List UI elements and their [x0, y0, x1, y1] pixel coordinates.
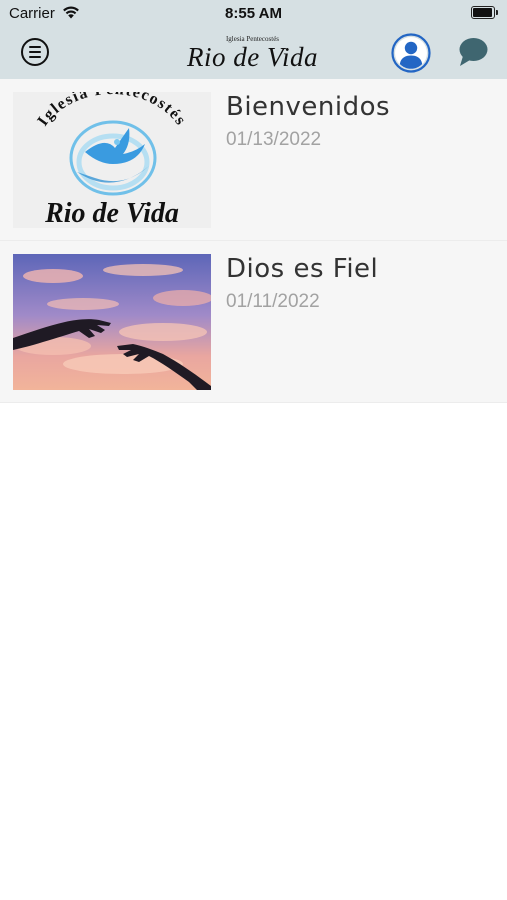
battery-icon [471, 6, 498, 19]
logo-script-text: Rio de Vida [44, 198, 179, 228]
post-title: Dios es Fiel [226, 254, 379, 284]
navigation-bar: Iglesia Pentecostés Rio de Vida [0, 28, 507, 79]
list-item[interactable]: Iglesia Pentecostés Rio de Vida Bienveni… [0, 79, 507, 241]
brand-logo: Iglesia Pentecostés Rio de Vida [185, 35, 320, 71]
post-date: 01/11/2022 [226, 291, 320, 312]
post-title: Bienvenidos [226, 92, 391, 122]
reaching-hands-image [13, 254, 211, 390]
post-list: Iglesia Pentecostés Rio de Vida Bienveni… [0, 79, 507, 403]
post-date: 01/13/2022 [226, 129, 322, 150]
post-thumbnail[interactable]: Iglesia Pentecostés Rio de Vida [13, 92, 211, 228]
hamburger-menu-icon [29, 46, 41, 48]
post-thumbnail[interactable] [13, 254, 211, 390]
status-bar: Carrier 8:55 AM [0, 0, 507, 28]
church-logo-image: Iglesia Pentecostés Rio de Vida [13, 92, 211, 228]
menu-button[interactable] [21, 38, 49, 66]
chat-button[interactable] [457, 36, 489, 68]
status-time: 8:55 AM [225, 5, 282, 22]
brand-title: Rio de Vida [187, 42, 318, 72]
app-header: Carrier 8:55 AM Iglesia Pentecostés Rio … [0, 0, 507, 79]
list-item[interactable]: Dios es Fiel 01/11/2022 [0, 241, 507, 403]
user-profile-button[interactable] [391, 33, 431, 73]
